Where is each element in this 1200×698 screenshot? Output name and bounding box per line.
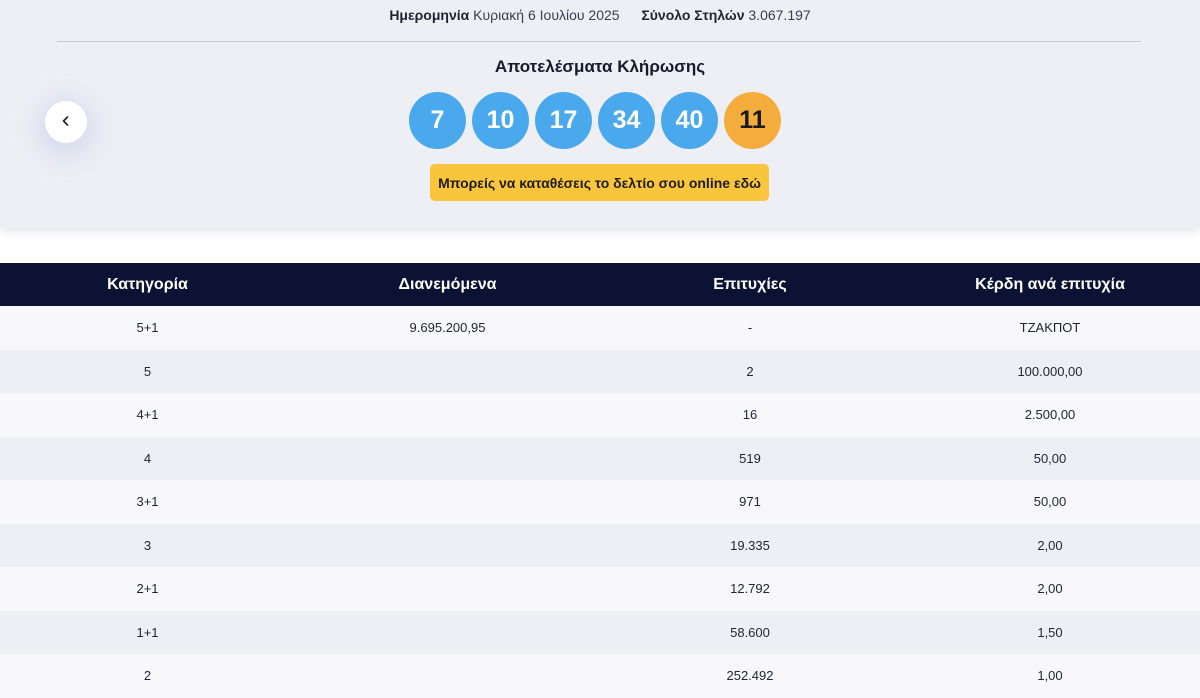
table-header-row: Κατηγορία Διανεμόμενα Επιτυχίες Κέρδη αν… (0, 263, 1200, 306)
header-category: Κατηγορία (0, 263, 295, 306)
cell-prize: 1,50 (900, 610, 1200, 654)
cell-distributed (295, 436, 600, 480)
cell-distributed (295, 480, 600, 524)
divider (57, 41, 1141, 42)
cell-category: 5+1 (0, 306, 295, 350)
cell-winners: 19.335 (600, 523, 900, 567)
previous-draw-button[interactable] (45, 101, 87, 143)
cell-distributed (295, 349, 600, 393)
cell-prize: 50,00 (900, 480, 1200, 524)
table-row: 1+1 58.600 1,50 (0, 610, 1200, 654)
bonus-number-ball: 11 (724, 92, 781, 149)
cell-winners: 16 (600, 393, 900, 437)
cell-category: 4+1 (0, 393, 295, 437)
table-row: 4+1 16 2.500,00 (0, 393, 1200, 437)
cell-winners: 252.492 (600, 654, 900, 698)
draw-meta: Ημερομηνία Κυριακή 6 Ιουλίου 2025 Σύνολο… (0, 7, 1200, 23)
columns-label: Σύνολο Στηλών (641, 7, 745, 23)
cell-winners: 2 (600, 349, 900, 393)
results-title: Αποτελέσματα Κλήρωσης (494, 57, 706, 76)
date-label: Ημερομηνία (389, 7, 470, 23)
cell-winners: 12.792 (600, 567, 900, 611)
number-ball: 17 (535, 92, 592, 149)
cell-distributed (295, 610, 600, 654)
cell-prize: 1,00 (900, 654, 1200, 698)
cell-distributed (295, 654, 600, 698)
drawn-numbers: 7 10 17 34 40 11 (409, 92, 781, 150)
cell-winners: 58.600 (600, 610, 900, 654)
number-ball: 34 (598, 92, 655, 149)
cell-prize: 2,00 (900, 523, 1200, 567)
table-row: 5+1 9.695.200,95 - ΤΖΑΚΠΟΤ (0, 306, 1200, 350)
cell-category: 4 (0, 436, 295, 480)
table-row: 2+1 12.792 2,00 (0, 567, 1200, 611)
number-ball: 7 (409, 92, 466, 149)
cell-prize: 100.000,00 (900, 349, 1200, 393)
table-row: 3 19.335 2,00 (0, 523, 1200, 567)
table-row: 3+1 971 50,00 (0, 480, 1200, 524)
number-ball: 10 (472, 92, 529, 149)
chevron-left-icon (60, 115, 72, 130)
cell-category: 3 (0, 523, 295, 567)
cell-distributed: 9.695.200,95 (295, 306, 600, 350)
cell-prize: ΤΖΑΚΠΟΤ (900, 306, 1200, 350)
cell-category: 2 (0, 654, 295, 698)
columns-value: 3.067.197 (748, 7, 811, 23)
header-prize-per-winner: Κέρδη ανά επιτυχία (900, 263, 1200, 306)
cell-prize: 2,00 (900, 567, 1200, 611)
cell-winners: - (600, 306, 900, 350)
cell-distributed (295, 393, 600, 437)
table-row: 2 252.492 1,00 (0, 654, 1200, 698)
cell-prize: 2.500,00 (900, 393, 1200, 437)
date-value: Κυριακή 6 Ιουλίου 2025 (473, 7, 620, 23)
cell-distributed (295, 523, 600, 567)
table-row: 4 519 50,00 (0, 436, 1200, 480)
cell-prize: 50,00 (900, 436, 1200, 480)
number-ball: 40 (661, 92, 718, 149)
cell-winners: 519 (600, 436, 900, 480)
header-winners: Επιτυχίες (600, 263, 900, 306)
table-row: 5 2 100.000,00 (0, 349, 1200, 393)
prize-table: Κατηγορία Διανεμόμενα Επιτυχίες Κέρδη αν… (0, 263, 1200, 698)
cell-category: 1+1 (0, 610, 295, 654)
cell-distributed (295, 567, 600, 611)
header-distributed: Διανεμόμενα (295, 263, 600, 306)
cell-category: 5 (0, 349, 295, 393)
draw-results-panel: Ημερομηνία Κυριακή 6 Ιουλίου 2025 Σύνολο… (0, 0, 1200, 228)
play-online-button[interactable]: Μπορείς να καταθέσεις το δελτίο σου onli… (430, 164, 769, 201)
cell-winners: 971 (600, 480, 900, 524)
cell-category: 3+1 (0, 480, 295, 524)
cell-category: 2+1 (0, 567, 295, 611)
